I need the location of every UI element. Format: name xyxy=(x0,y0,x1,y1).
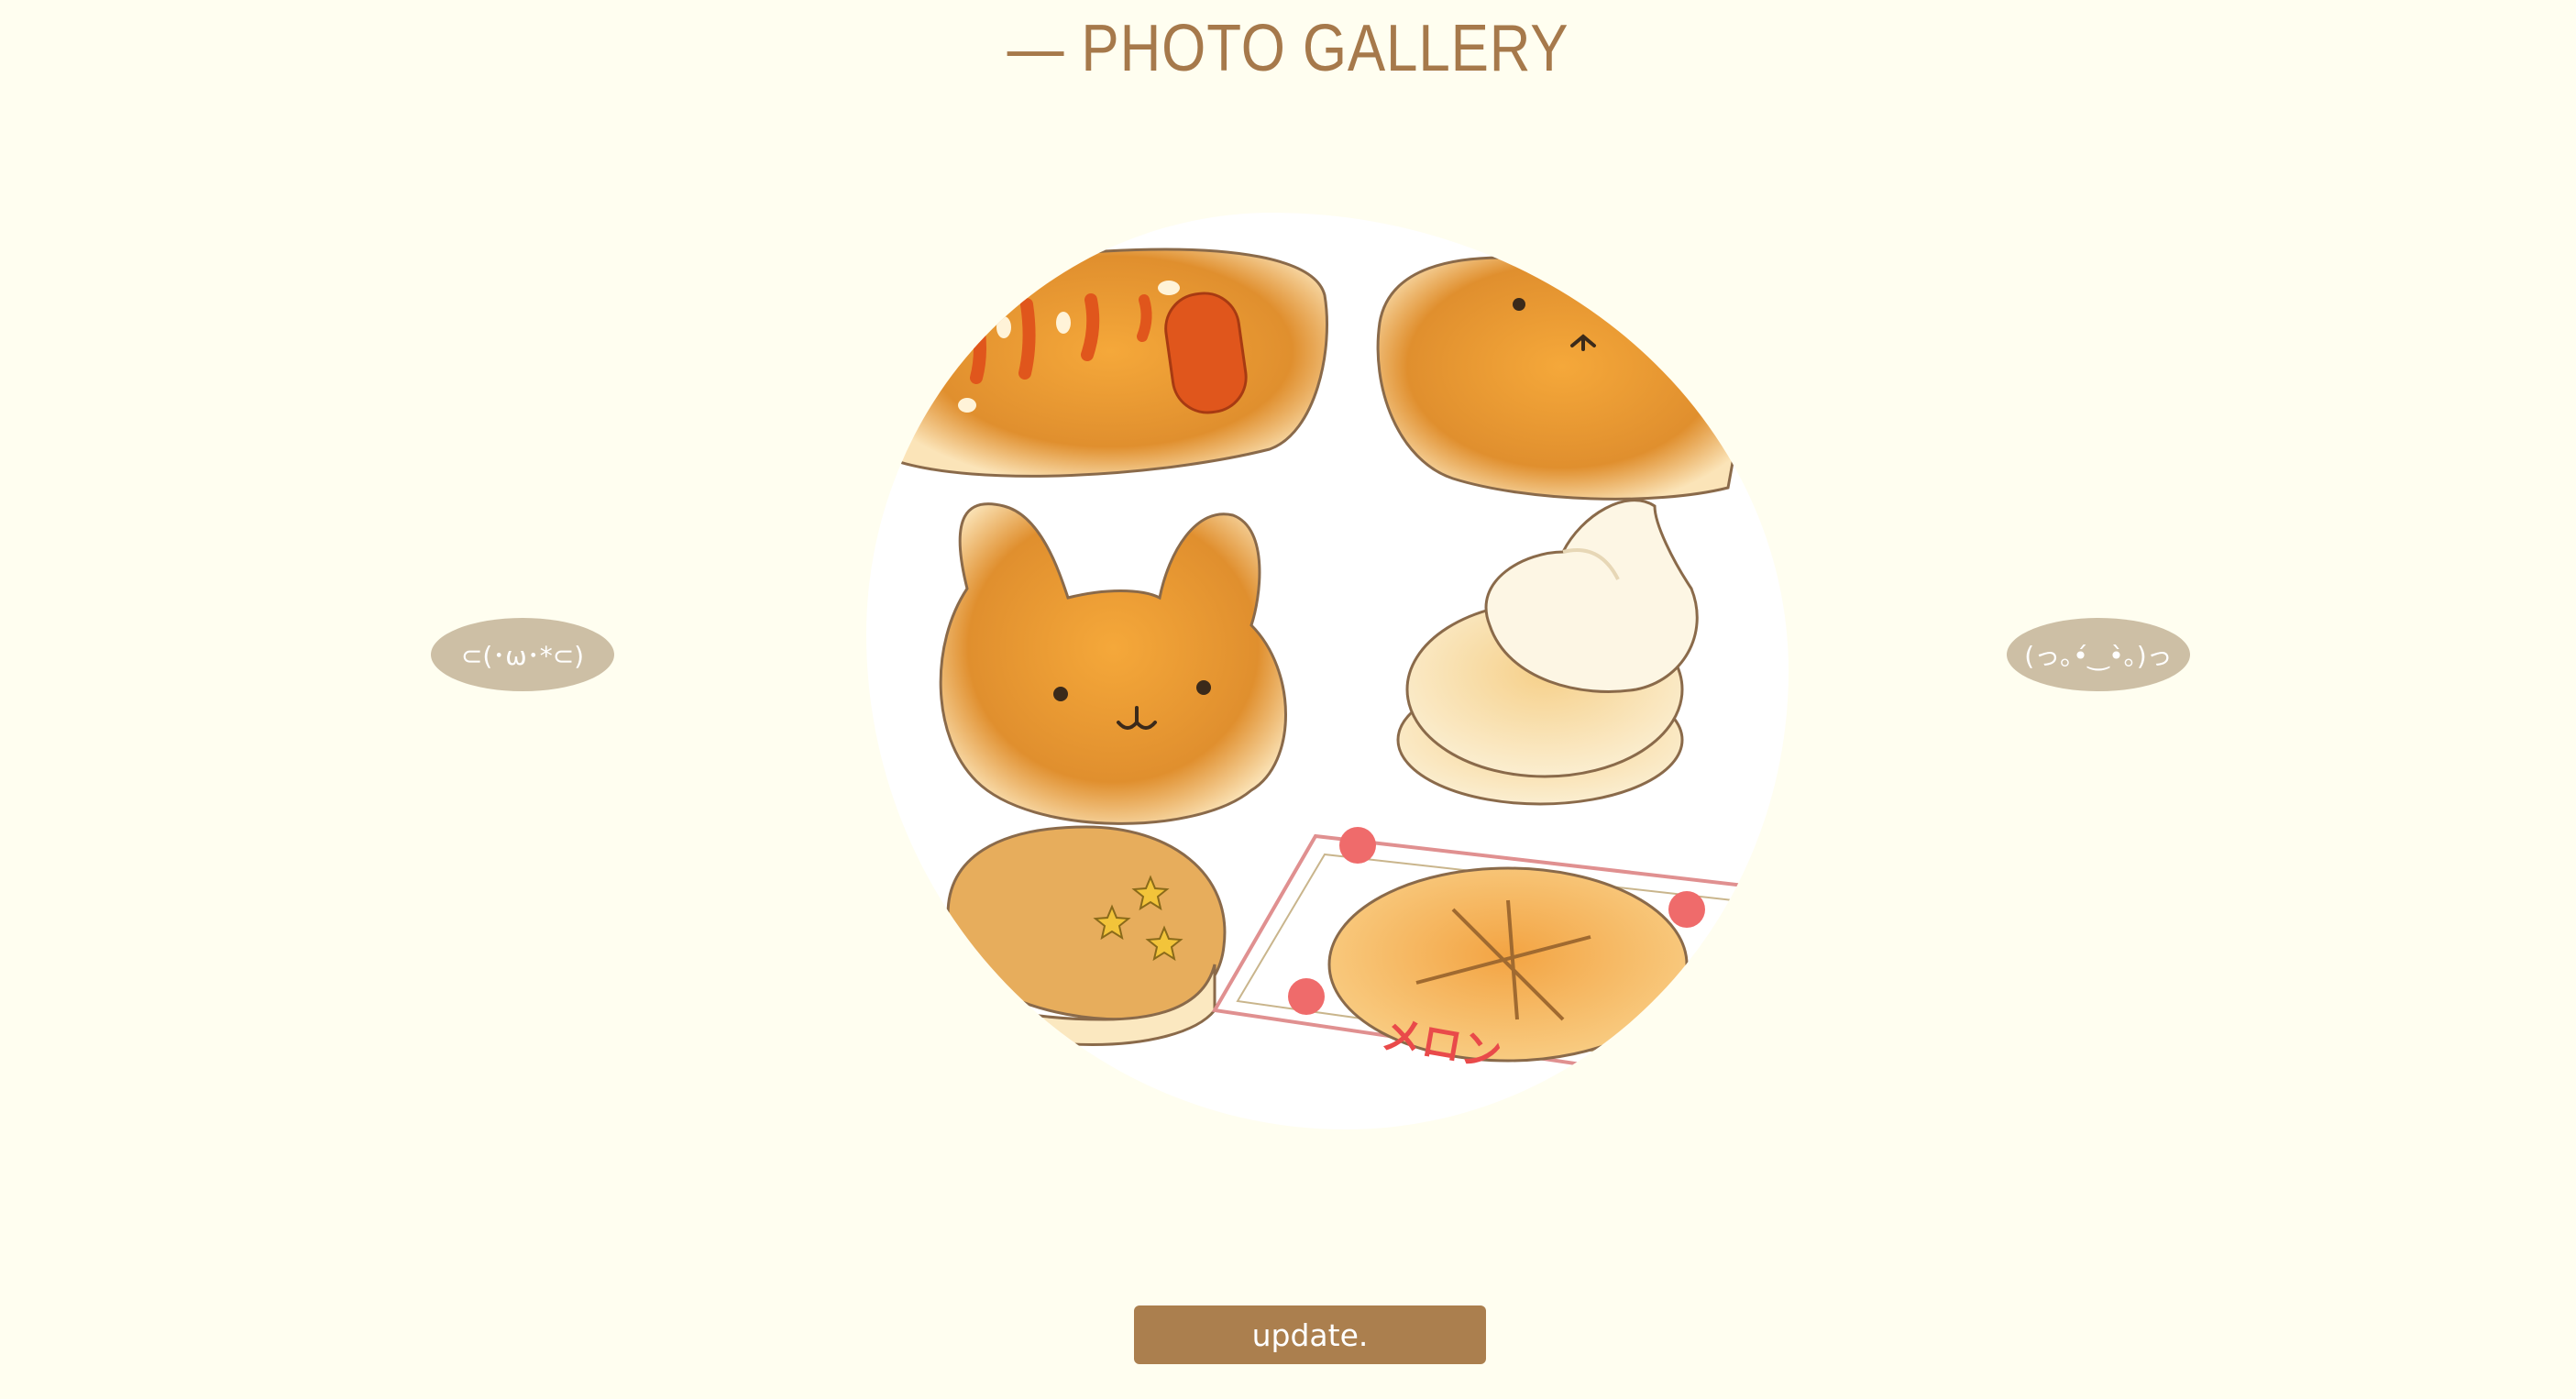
melon-bun-image: メロン xyxy=(1211,827,1789,1096)
gallery-page: — PHOTO GALLERY ⊂(･ω･*⊂) メロン (っ｡•́‿•̀｡)っ… xyxy=(0,0,2576,1399)
star-bun-image xyxy=(919,825,1227,1046)
next-photo-button[interactable]: (っ｡•́‿•̀｡)っ xyxy=(2007,618,2190,691)
photo-frame: メロン xyxy=(866,213,1789,1129)
bunny-bun-image xyxy=(939,502,1287,825)
update-button[interactable]: update. xyxy=(1134,1305,1486,1364)
face-bun-image xyxy=(1376,256,1748,501)
page-title: — PHOTO GALLERY xyxy=(1007,12,1569,85)
prev-photo-button[interactable]: ⊂(･ω･*⊂) xyxy=(431,618,614,691)
sausage-bread-image xyxy=(892,248,1328,478)
bread-photo: メロン xyxy=(892,248,1789,1096)
cream-puff-image xyxy=(1396,499,1699,806)
